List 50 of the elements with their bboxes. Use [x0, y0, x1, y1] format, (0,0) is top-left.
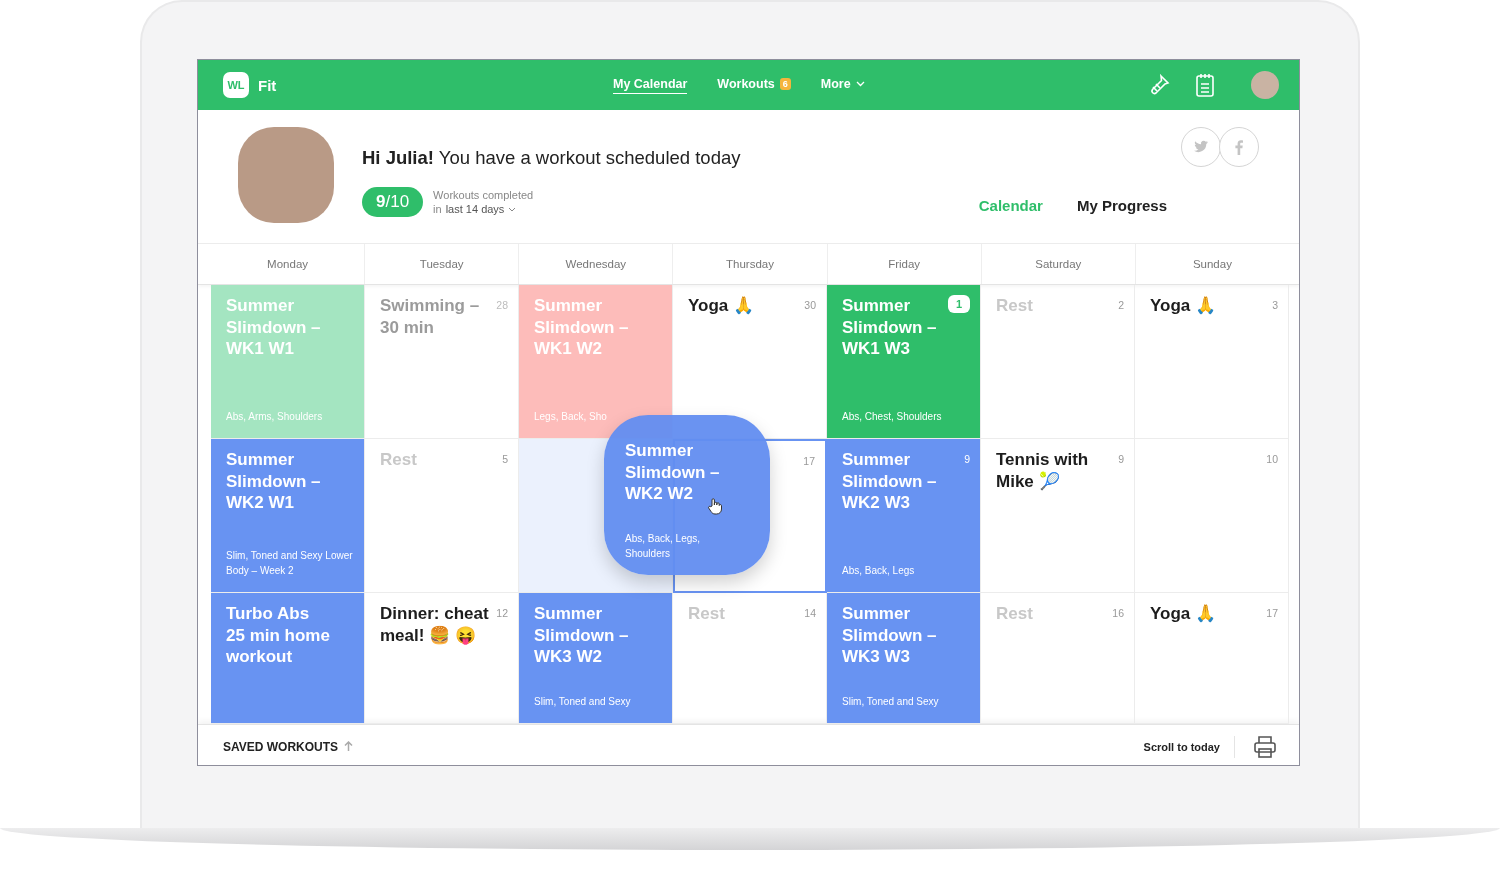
count-badge: 1 [947, 295, 970, 313]
weekday-label: Saturday [980, 244, 1135, 284]
event-title: Swimming – 30 min [380, 295, 481, 338]
day-number: 28 [496, 298, 508, 311]
day-number: 9 [964, 452, 970, 465]
day-number: 2 [1118, 298, 1124, 311]
workout-title: Summer Slimdown – WK1 W3 [842, 295, 938, 360]
workout-title: Turbo Abs 25 min home workout [226, 603, 331, 668]
workout-title: Summer Slimdown – WK3 W2 [534, 603, 630, 668]
workout-title: Summer Slimdown – WK2 W1 [226, 449, 322, 514]
workout-subtitle: Abs, Back, Legs [842, 564, 915, 578]
weekday-label: Tuesday [364, 244, 519, 284]
weekday-label: Sunday [1134, 244, 1289, 284]
workout-subtitle: Slim, Toned and Sexy [842, 695, 939, 709]
score-pill: 9/10 [362, 187, 424, 217]
day-number: 10 [1266, 452, 1278, 465]
workout-subtitle: Abs, Arms, Shoulders [226, 410, 323, 424]
event-title: Yoga 🙏 [1150, 603, 1217, 625]
greeting-text: Hi Julia! You have a workout scheduled today [362, 147, 741, 169]
weekday-label: Wednesday [518, 244, 673, 284]
workout-subtitle: Legs, Back, Sho [534, 410, 607, 424]
workout-subtitle: Abs, Chest, Shoulders [842, 410, 942, 424]
day-number: 16 [1112, 606, 1124, 619]
weekday-label: Monday [266, 257, 310, 272]
day-number: 14 [804, 606, 816, 619]
workout-title: Summer Slimdown – WK3 W3 [842, 603, 938, 668]
workout-title: Summer Slimdown – WK1 W2 [534, 295, 630, 360]
day-number: 5 [502, 452, 508, 465]
workout-title: Summer Slimdown – WK1 W1 [226, 295, 322, 360]
weekday-label: Friday [826, 244, 981, 284]
event-title: Yoga 🙏 [1150, 295, 1217, 317]
day-number: 30 [804, 298, 816, 311]
count-badge: 6 [779, 77, 791, 90]
workout-title: Summer Slimdown – WK2 W2 [625, 440, 721, 505]
event-title: Tennis with Mike 🎾 [996, 449, 1090, 492]
workout-subtitle: Abs, Back, Legs, Shoulders [625, 532, 702, 561]
day-number: 12 [496, 606, 508, 619]
event-title: Dinner: cheat meal! 🍔 😝 [380, 603, 490, 646]
stats-label: Workouts completed [433, 188, 534, 202]
day-number: 3 [1272, 298, 1278, 311]
workout-title: Summer Slimdown – WK2 W3 [842, 449, 938, 514]
period-prefix: in [433, 202, 442, 216]
workout-subtitle: Slim, Toned and Sexy [534, 695, 631, 709]
day-number: 9 [1118, 452, 1124, 465]
day-number: 17 [803, 454, 815, 467]
workout-subtitle: Slim, Toned and Sexy Lower Body – Week 2 [226, 549, 354, 578]
day-number: 17 [1266, 606, 1278, 619]
event-title: Yoga 🙏 [688, 295, 755, 317]
app-name: Fit [258, 76, 277, 94]
weekday-label: Thursday [672, 244, 827, 284]
